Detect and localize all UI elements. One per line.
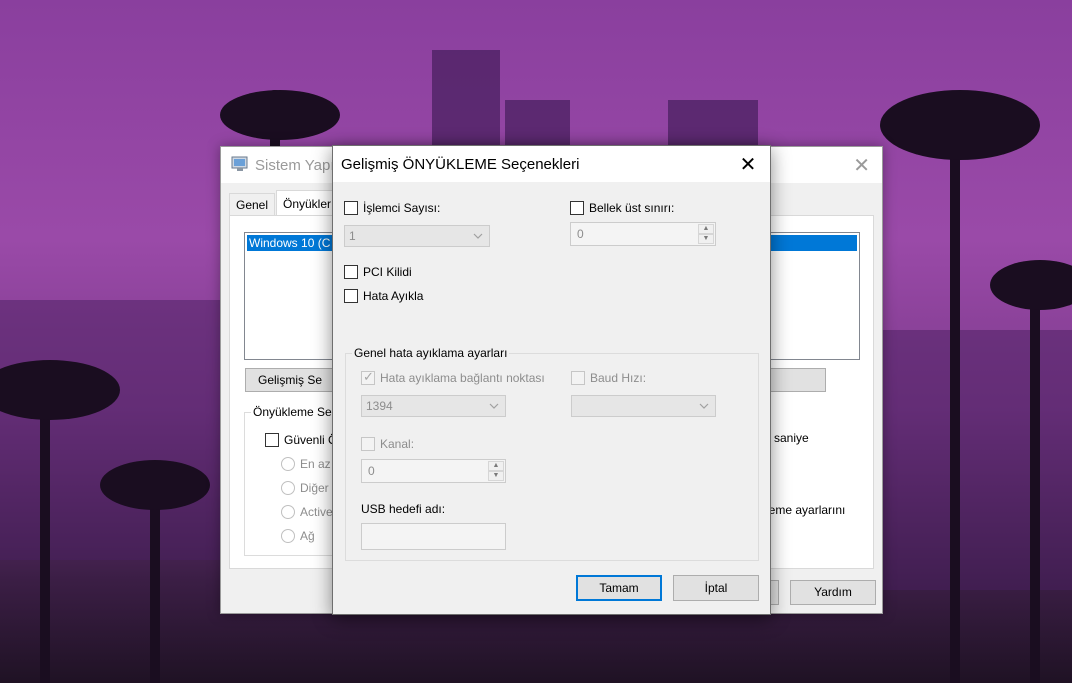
pci-lock-label: PCI Kilidi	[363, 265, 412, 279]
processor-count-select[interactable]: 1	[344, 225, 490, 247]
safe-boot-row[interactable]: Güvenli Ö	[265, 433, 337, 447]
debug-row[interactable]: Hata Ayıkla	[344, 289, 423, 303]
channel-value: 0	[368, 464, 375, 478]
bg-close-icon[interactable]: ✕	[853, 153, 870, 178]
channel-checkbox[interactable]	[361, 437, 375, 451]
baud-rate-row[interactable]: Baud Hızı:	[571, 371, 646, 385]
debug-settings-group: Genel hata ayıklama ayarları Hata ayıkla…	[345, 346, 759, 561]
baud-rate-label: Baud Hızı:	[590, 371, 647, 385]
make-permanent-label: leme ayarlarını	[766, 503, 845, 517]
radio-button[interactable]	[281, 481, 295, 495]
usb-target-input[interactable]	[361, 523, 506, 550]
radio-network[interactable]: Ağ	[281, 529, 315, 543]
spin-up-icon[interactable]: ▲	[488, 461, 504, 471]
debug-port-select[interactable]: 1394	[361, 395, 506, 417]
spin-down-icon[interactable]: ▼	[488, 471, 504, 481]
debug-settings-legend: Genel hata ayıklama ayarları	[352, 346, 510, 360]
processor-count-checkbox[interactable]	[344, 201, 358, 215]
radio-minimal[interactable]: En az	[281, 457, 331, 471]
chevron-down-icon	[489, 396, 499, 424]
debug-checkbox[interactable]	[344, 289, 358, 303]
radio-label: Active	[300, 505, 333, 519]
radio-button[interactable]	[281, 457, 295, 471]
max-memory-label: Bellek üst sınırı:	[589, 201, 675, 215]
max-memory-value: 0	[577, 227, 584, 241]
spin-down-icon[interactable]: ▼	[698, 234, 714, 244]
processor-count-value: 1	[349, 229, 356, 243]
radio-button[interactable]	[281, 505, 295, 519]
ok-button[interactable]: Tamam	[576, 575, 662, 601]
tab-genel[interactable]: Genel	[229, 193, 276, 215]
tab-onyukleme[interactable]: Önyükler	[276, 190, 336, 215]
baud-rate-select[interactable]	[571, 395, 716, 417]
radio-label: Diğer	[300, 481, 329, 495]
help-button[interactable]: Yardım	[790, 580, 876, 605]
advanced-options-button[interactable]: Gelişmiş Se	[245, 368, 335, 392]
debug-label: Hata Ayıkla	[363, 289, 424, 303]
advanced-boot-options-dialog: Gelişmiş ÖNYÜKLEME Seçenekleri ✕ İşlemci…	[332, 145, 771, 615]
radio-label: Ağ	[300, 529, 315, 543]
timeout-unit-label: saniye	[774, 431, 809, 445]
dialog-title: Gelişmiş ÖNYÜKLEME Seçenekleri	[341, 156, 580, 173]
chevron-down-icon	[699, 396, 709, 424]
spinner-buttons: ▲ ▼	[488, 461, 504, 481]
pci-lock-checkbox[interactable]	[344, 265, 358, 279]
close-icon[interactable]: ✕	[726, 146, 770, 182]
max-memory-spinner[interactable]: 0 ▲ ▼	[570, 222, 716, 246]
cancel-button[interactable]: İptal	[673, 575, 759, 601]
seconds-text: saniye	[774, 431, 809, 445]
channel-spinner[interactable]: 0 ▲ ▼	[361, 459, 506, 483]
radio-label: En az	[300, 457, 331, 471]
permanent-settings-text: leme ayarlarını	[766, 503, 846, 517]
bg-window-title: Sistem Yapı	[255, 157, 335, 174]
usb-target-label: USB hedefi adı:	[361, 502, 446, 516]
processor-count-label: İşlemci Sayısı:	[363, 201, 441, 215]
processor-count-row[interactable]: İşlemci Sayısı:	[344, 201, 440, 215]
dialog-titlebar: Gelişmiş ÖNYÜKLEME Seçenekleri ✕	[333, 146, 770, 182]
debug-port-row[interactable]: Hata ayıklama bağlantı noktası	[361, 369, 545, 385]
channel-label: Kanal:	[380, 437, 415, 451]
safe-boot-label: Güvenli Ö	[284, 433, 338, 447]
radio-button[interactable]	[281, 529, 295, 543]
spinner-buttons: ▲ ▼	[698, 224, 714, 244]
debug-port-label: Hata ayıklama bağlantı noktası	[380, 371, 545, 385]
baud-rate-checkbox[interactable]	[571, 371, 585, 385]
chevron-down-icon	[473, 226, 483, 254]
usb-target-row: USB hedefi adı:	[361, 502, 445, 516]
max-memory-row[interactable]: Bellek üst sınırı:	[570, 201, 674, 215]
safe-boot-checkbox[interactable]	[265, 433, 279, 447]
max-memory-checkbox[interactable]	[570, 201, 584, 215]
pci-lock-row[interactable]: PCI Kilidi	[344, 265, 412, 279]
boot-options-legend: Önyükleme Se	[251, 405, 334, 419]
channel-row[interactable]: Kanal:	[361, 437, 414, 451]
radio-alternate[interactable]: Diğer	[281, 481, 329, 495]
system-config-app-icon	[231, 156, 249, 172]
radio-active-directory[interactable]: Active	[281, 505, 333, 519]
spin-up-icon[interactable]: ▲	[698, 224, 714, 234]
debug-port-value: 1394	[366, 399, 393, 413]
debug-port-checkbox[interactable]	[361, 369, 375, 385]
